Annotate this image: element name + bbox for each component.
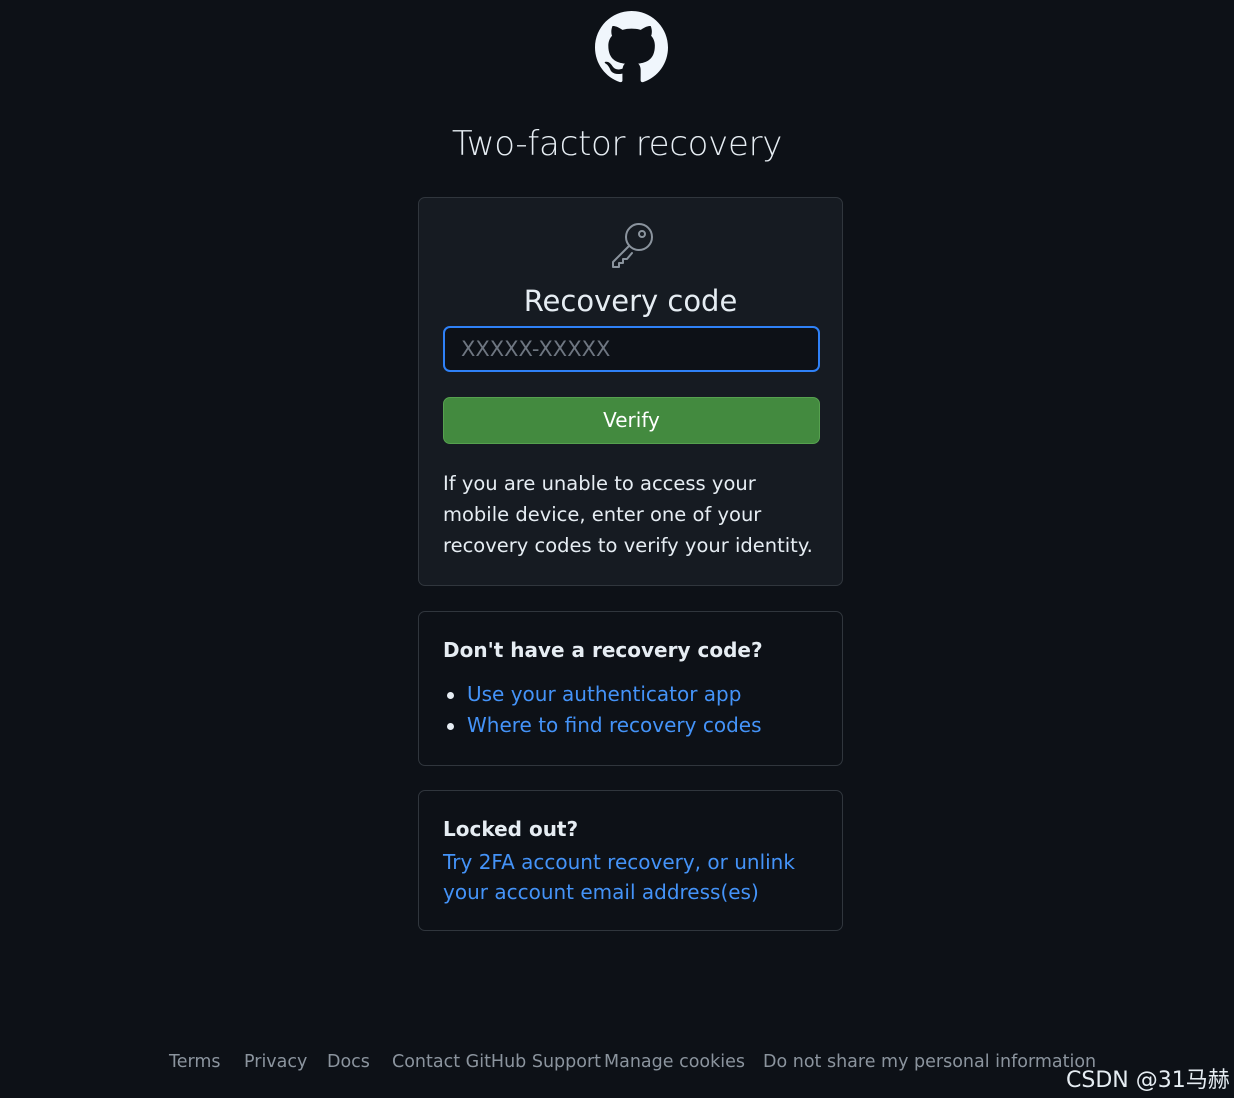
list-item: Where to find recovery codes	[443, 710, 762, 741]
find-recovery-codes-link[interactable]: Where to find recovery codes	[467, 713, 762, 737]
bullet-icon	[447, 723, 454, 730]
watermark: CSDN @31马赫	[1066, 1068, 1230, 1093]
recovery-code-input[interactable]	[443, 326, 820, 372]
recovery-form-box: Recovery code Verify If you are unable t…	[418, 197, 843, 586]
footer-manage-cookies-link[interactable]: Manage cookies	[604, 1052, 745, 1072]
footer-privacy-link[interactable]: Privacy	[244, 1052, 307, 1072]
verify-button[interactable]: Verify	[443, 397, 820, 444]
page: Two-factor recovery Recovery code Verify…	[0, 0, 1234, 1098]
footer-contact-support-link[interactable]: Contact GitHub Support	[392, 1052, 601, 1072]
recovery-code-label: Recovery code	[523, 284, 738, 318]
list-item: Use your authenticator app	[443, 679, 762, 710]
bullet-icon	[447, 692, 454, 699]
locked-out-heading: Locked out?	[443, 817, 579, 841]
no-recovery-code-heading: Don't have a recovery code?	[443, 638, 763, 662]
github-logo-icon[interactable]	[595, 11, 668, 84]
footer-do-not-share-link[interactable]: Do not share my personal information	[763, 1052, 1096, 1072]
help-text: If you are unable to access your mobile …	[443, 472, 813, 557]
page-title: Two-factor recovery	[451, 124, 783, 164]
footer-docs-link[interactable]: Docs	[327, 1052, 370, 1072]
no-recovery-code-box: Don't have a recovery code? Use your aut…	[418, 611, 843, 766]
account-recovery-link[interactable]: Try 2FA account recovery, or unlink your…	[443, 847, 823, 907]
recovery-options-list: Use your authenticator app Where to find…	[443, 679, 762, 741]
footer-terms-link[interactable]: Terms	[169, 1052, 221, 1072]
use-authenticator-app-link[interactable]: Use your authenticator app	[467, 682, 741, 706]
locked-out-box: Locked out? Try 2FA account recovery, or…	[418, 790, 843, 931]
key-icon	[612, 223, 653, 268]
